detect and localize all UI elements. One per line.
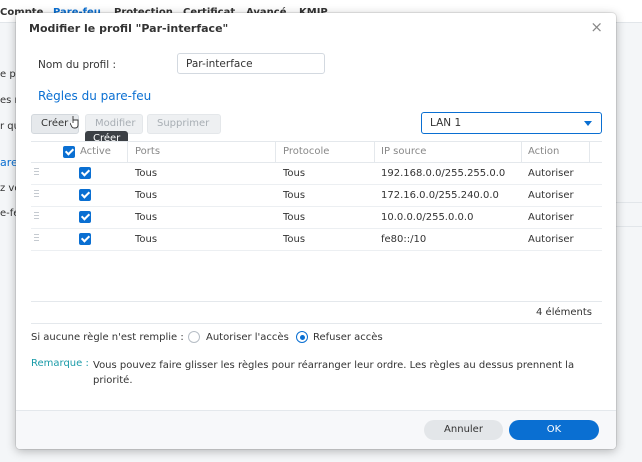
column-header-protocol[interactable]: Protocole xyxy=(283,146,329,157)
rule-ports: Tous xyxy=(135,212,158,223)
rule-protocol: Tous xyxy=(283,190,306,201)
table-bottom-divider xyxy=(31,323,602,324)
cancel-button[interactable]: Annuler xyxy=(424,420,503,440)
chevron-down-icon xyxy=(584,121,592,126)
allow-access-radio[interactable] xyxy=(188,331,200,343)
rule-protocol: Tous xyxy=(283,212,306,223)
table-row[interactable]: Tous Tous fe80::/10 Autoriser xyxy=(31,229,602,251)
allow-access-label[interactable]: Autoriser l'accès xyxy=(206,332,289,343)
deny-access-label[interactable]: Refuser accès xyxy=(313,332,383,343)
rule-ports: Tous xyxy=(135,168,158,179)
rule-protocol: Tous xyxy=(283,168,306,179)
delete-button[interactable]: Supprimer xyxy=(147,114,221,134)
no-match-label: Si aucune règle n'est remplie : xyxy=(31,332,184,343)
rule-active-checkbox[interactable] xyxy=(79,189,91,201)
rule-source-ip: 10.0.0.0/255.0.0.0 xyxy=(381,212,474,223)
rule-action: Autoriser xyxy=(528,212,574,223)
close-icon[interactable]: × xyxy=(590,19,603,35)
rule-active-checkbox[interactable] xyxy=(79,167,91,179)
column-header-active[interactable]: Active xyxy=(80,146,111,157)
rule-source-ip: fe80::/10 xyxy=(381,234,427,245)
select-all-checkbox[interactable] xyxy=(63,146,75,158)
rule-action: Autoriser xyxy=(528,234,574,245)
drag-handle-icon[interactable] xyxy=(34,168,39,175)
rule-source-ip: 172.16.0.0/255.240.0.0 xyxy=(381,190,499,201)
drag-handle-icon[interactable] xyxy=(34,234,39,241)
rule-protocol: Tous xyxy=(283,234,306,245)
dialog-footer: Annuler OK xyxy=(16,410,616,449)
bg-divider xyxy=(614,226,642,227)
edit-profile-dialog: Modifier le profil "Par-interface" × Nom… xyxy=(16,13,616,449)
interface-select-value: LAN 1 xyxy=(430,117,462,129)
table-footer-divider xyxy=(31,301,602,302)
note-text: Vous pouvez faire glisser les règles pou… xyxy=(93,360,575,386)
firewall-rules-title: Règles du pare-feu xyxy=(38,89,152,103)
bg-divider xyxy=(614,202,642,203)
profile-name-input[interactable] xyxy=(177,53,325,74)
note-label: Remarque : xyxy=(31,358,89,369)
ok-button[interactable]: OK xyxy=(509,420,599,440)
rule-ports: Tous xyxy=(135,234,158,245)
table-row[interactable]: Tous Tous 172.16.0.0/255.240.0.0 Autoris… xyxy=(31,185,602,207)
rule-action: Autoriser xyxy=(528,190,574,201)
deny-access-radio[interactable] xyxy=(296,331,308,343)
rule-source-ip: 192.168.0.0/255.255.0.0 xyxy=(381,168,506,179)
rules-table: Active Ports Protocole IP source Action … xyxy=(31,141,602,251)
table-row[interactable]: Tous Tous 192.168.0.0/255.255.0.0 Autori… xyxy=(31,163,602,185)
rule-ports: Tous xyxy=(135,190,158,201)
rule-action: Autoriser xyxy=(528,168,574,179)
profile-name-label: Nom du profil : xyxy=(38,59,117,71)
rule-active-checkbox[interactable] xyxy=(79,233,91,245)
interface-select[interactable]: LAN 1 xyxy=(421,112,602,134)
column-header-action[interactable]: Action xyxy=(528,146,559,157)
dialog-title: Modifier le profil "Par-interface" xyxy=(29,22,229,35)
column-header-ports[interactable]: Ports xyxy=(135,146,160,157)
item-count: 4 éléments xyxy=(536,307,592,318)
drag-handle-icon[interactable] xyxy=(34,212,39,219)
table-row[interactable]: Tous Tous 10.0.0.0/255.0.0.0 Autoriser xyxy=(31,207,602,229)
column-header-source-ip[interactable]: IP source xyxy=(381,146,426,157)
drag-handle-icon[interactable] xyxy=(34,190,39,197)
hand-cursor-icon xyxy=(70,116,79,129)
rule-active-checkbox[interactable] xyxy=(79,211,91,223)
table-header: Active Ports Protocole IP source Action xyxy=(31,141,602,163)
